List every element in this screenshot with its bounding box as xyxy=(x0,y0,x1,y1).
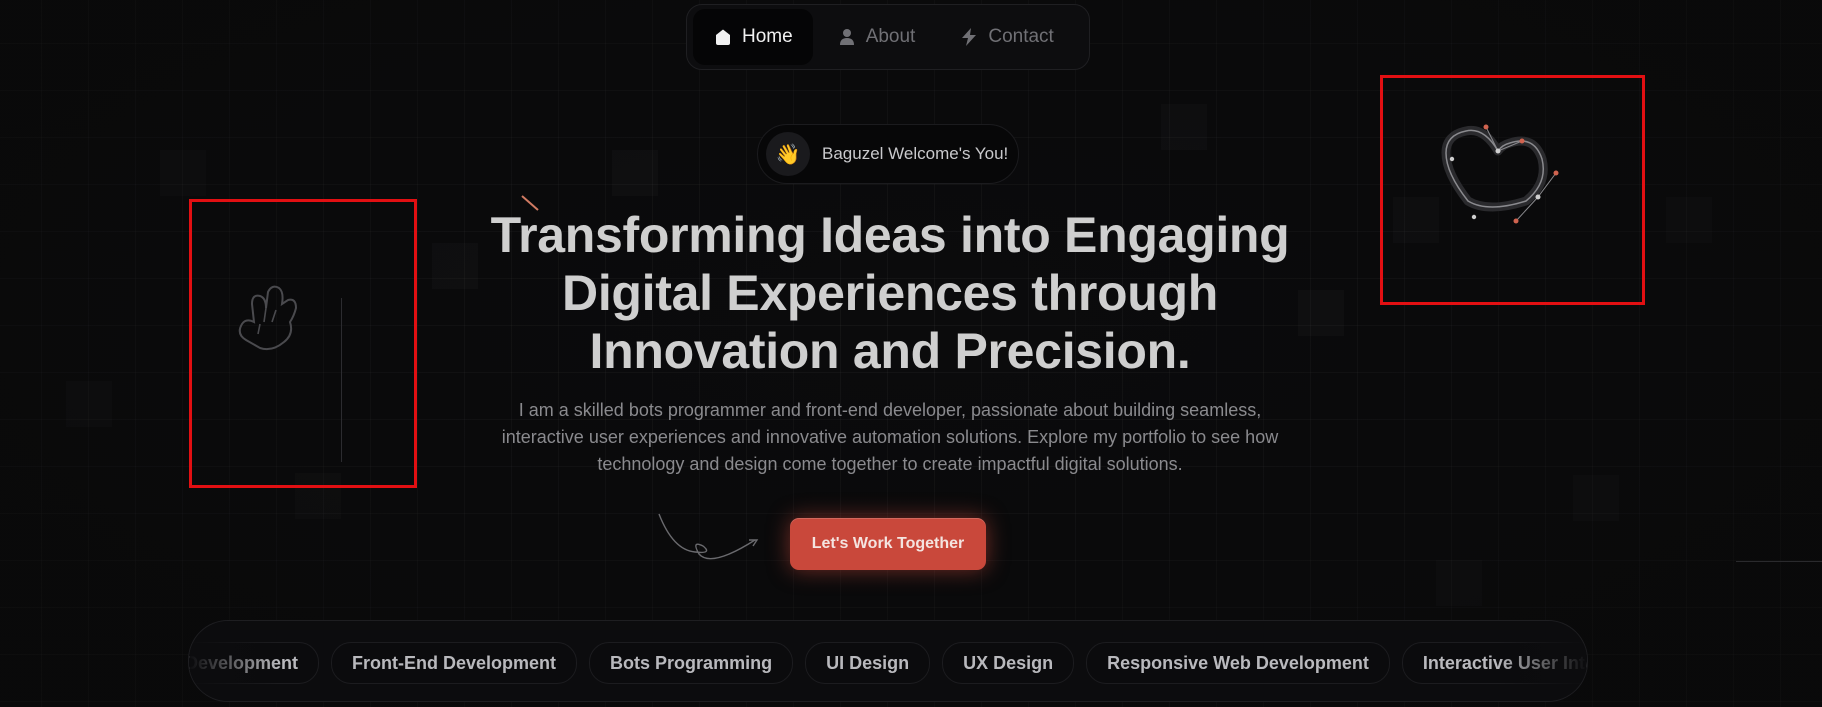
skills-track: Development Front-End Development Bots P… xyxy=(189,642,1587,684)
skill-chip: Bots Programming xyxy=(589,642,794,684)
heart-vector-icon xyxy=(1441,124,1559,224)
hero-title: Transforming Ideas into Engaging Digital… xyxy=(440,206,1340,380)
skill-chip: Development xyxy=(189,642,320,684)
skill-chip: Responsive Web Development xyxy=(1086,642,1390,684)
welcome-badge: 👋 Baguzel Welcome's You! xyxy=(757,124,1019,184)
divider-line xyxy=(1736,561,1822,562)
lightning-icon xyxy=(962,28,977,46)
peace-hand-icon xyxy=(238,285,298,351)
highlight-box-right xyxy=(1380,75,1645,305)
skill-chip: Front-End Development xyxy=(331,642,578,684)
nav-item-label: About xyxy=(865,26,916,47)
skill-chip: UI Design xyxy=(805,642,931,684)
nav-item-home[interactable]: Home xyxy=(693,9,813,65)
welcome-text: Baguzel Welcome's You! xyxy=(822,144,1009,163)
vertical-line xyxy=(341,298,342,462)
nav-item-about[interactable]: About xyxy=(817,9,936,65)
hero-title-line-2: Digital Experiences through xyxy=(562,265,1218,321)
skill-chip: Interactive User Interfaces xyxy=(1401,642,1587,684)
home-icon xyxy=(716,29,730,45)
hero-title-line-3: Innovation and Precision. xyxy=(589,323,1191,379)
highlight-box-left xyxy=(189,199,417,488)
curly-arrow-icon xyxy=(658,513,759,560)
lets-work-together-button[interactable]: Let's Work Together xyxy=(790,518,986,570)
top-navigation: Home About Contact xyxy=(686,4,1090,70)
hero-title-line-1: Transforming Ideas into Engaging xyxy=(490,207,1290,263)
nav-item-label: Home xyxy=(742,26,793,47)
skill-chip: UX Design xyxy=(942,642,1075,684)
hero-description: I am a skilled bots programmer and front… xyxy=(501,400,1279,474)
user-icon xyxy=(839,29,854,45)
waving-hand-icon: 👋 xyxy=(766,132,810,176)
nav-item-contact[interactable]: Contact xyxy=(939,9,1073,65)
nav-item-label: Contact xyxy=(988,26,1054,47)
skills-marquee: Development Front-End Development Bots P… xyxy=(188,620,1588,702)
